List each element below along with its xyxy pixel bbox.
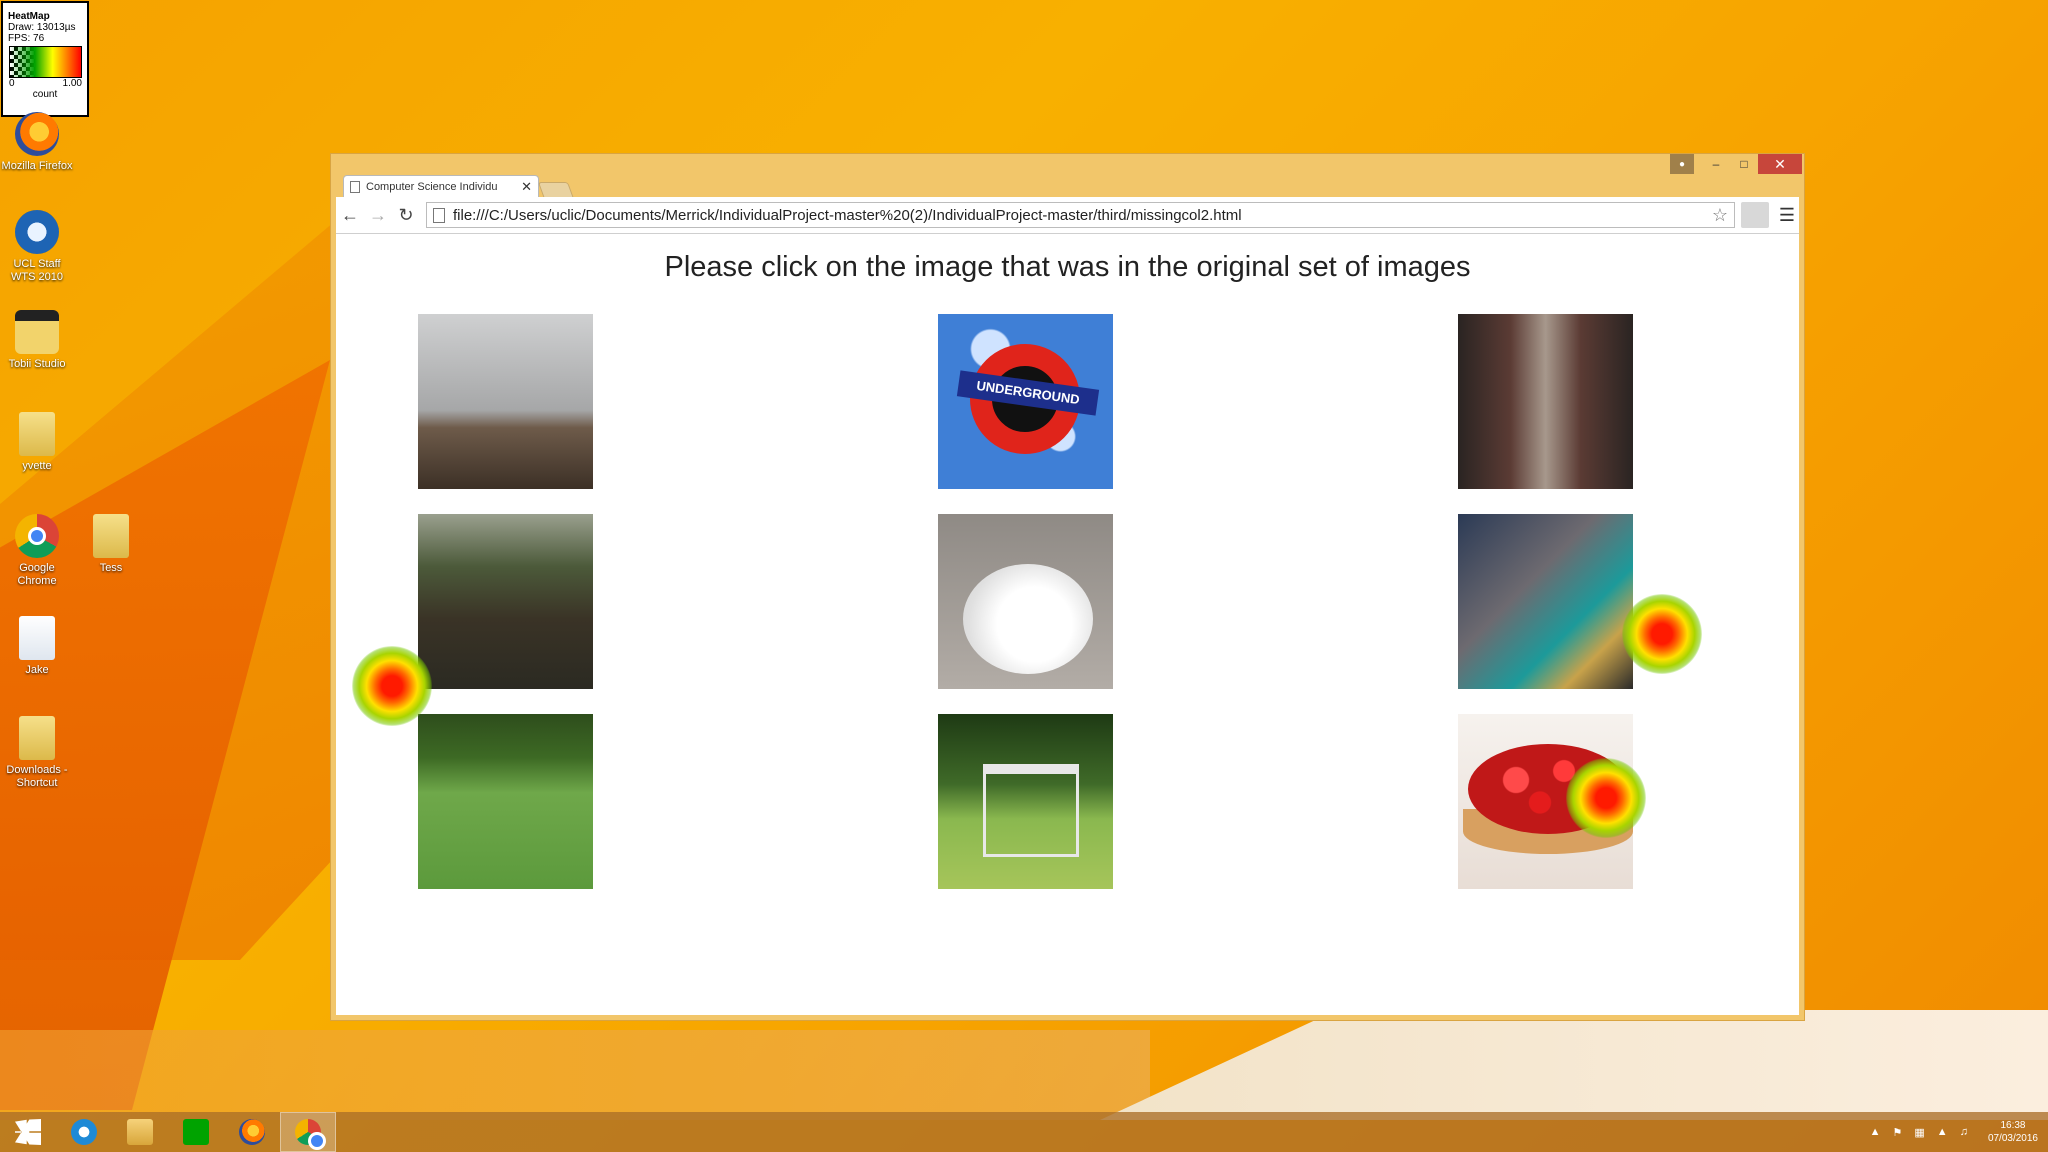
- taskbar-explorer[interactable]: [112, 1112, 168, 1152]
- heatmap-fps: FPS: 76: [8, 33, 45, 44]
- maximize-icon: □: [1740, 157, 1748, 171]
- signal-icon[interactable]: ▲: [1937, 1126, 1948, 1138]
- maximize-button[interactable]: □: [1730, 154, 1758, 174]
- heatmap-hotspot: [1566, 758, 1646, 838]
- desktop-icon-label: UCL Staff WTS 2010: [11, 258, 63, 283]
- minimize-icon: –: [1712, 157, 1720, 171]
- bookmark-star-icon[interactable]: ☆: [1712, 205, 1728, 226]
- sink-bowl: [963, 564, 1093, 674]
- back-button[interactable]: ←: [336, 205, 364, 226]
- desktop-icon-ucl-staff[interactable]: UCL Staff WTS 2010: [0, 210, 74, 284]
- address-bar[interactable]: file:///C:/Users/uclic/Documents/Merrick…: [426, 202, 1735, 228]
- folder-download-icon: [19, 716, 55, 760]
- tab-title: Computer Science Individu: [366, 180, 498, 193]
- desktop-icon-chrome[interactable]: Google Chrome: [0, 514, 74, 588]
- browser-window: ● – □ ✕ Computer Science Individu ✕ ← → …: [330, 153, 1805, 1021]
- wallpaper-shape: [0, 1030, 1150, 1120]
- firefox-icon: [15, 112, 59, 156]
- heatmap-legend: HeatMap Draw: 13013µs FPS: 76 0 1.00 cou…: [1, 1, 89, 117]
- taskbar-chrome[interactable]: [280, 1112, 336, 1152]
- forward-arrow-icon: →: [369, 204, 387, 225]
- desktop-icon-tobii[interactable]: Tobii Studio: [0, 310, 74, 371]
- taskbar-ie[interactable]: [56, 1112, 112, 1152]
- chrome-icon: [15, 514, 59, 558]
- document-icon: [19, 616, 55, 660]
- internet-explorer-icon: [71, 1119, 97, 1145]
- clock[interactable]: 16:38 07/03/2016: [1988, 1119, 2038, 1145]
- extension-button[interactable]: [1741, 202, 1769, 228]
- menu-button[interactable]: ☰: [1775, 205, 1799, 226]
- clock-date: 07/03/2016: [1987, 1133, 2038, 1144]
- heatmap-color-scale: [9, 46, 82, 78]
- image-option-hands[interactable]: [1458, 314, 1633, 489]
- page-icon: [350, 180, 360, 193]
- desktop-icon-label: Google Chrome: [17, 562, 57, 587]
- desktop-icon-jake[interactable]: Jake: [0, 616, 74, 677]
- desktop-icon-label: Jake: [25, 664, 49, 676]
- desktop-icon-tess[interactable]: Tess: [74, 514, 148, 575]
- file-explorer-icon: [127, 1119, 153, 1145]
- windows-logo-icon: [15, 1119, 41, 1145]
- page-content: Please click on the image that was in th…: [336, 234, 1799, 1015]
- store-icon: [183, 1119, 209, 1145]
- volume-icon[interactable]: ♫: [1960, 1126, 1968, 1138]
- image-option-golf[interactable]: [418, 714, 593, 889]
- minimize-button[interactable]: –: [1702, 154, 1730, 174]
- wallpaper-shape: [1100, 1010, 2048, 1120]
- heatmap-count-label: count: [32, 89, 58, 100]
- close-window-button[interactable]: ✕: [1758, 154, 1802, 174]
- desktop-icon-label: Tess: [99, 562, 123, 574]
- window-controls: ● – □ ✕: [1670, 154, 1802, 176]
- profile-button[interactable]: ●: [1670, 154, 1694, 174]
- heatmap-hotspot: [1622, 594, 1702, 674]
- image-option-underground[interactable]: UNDERGROUND: [938, 314, 1113, 489]
- desktop-icon-label: Mozilla Firefox: [1, 160, 73, 172]
- desktop-icon-label: yvette: [22, 460, 52, 472]
- heatmap-title: HeatMap: [8, 11, 50, 22]
- taskbar: ▲ ⚑ ▦ ▲ ♫ 16:38 07/03/2016: [0, 1112, 2048, 1152]
- forward-button[interactable]: →: [364, 205, 392, 226]
- device-icon[interactable]: ▦: [1914, 1126, 1924, 1139]
- desktop-icon-label: Tobii Studio: [8, 358, 66, 370]
- reload-button[interactable]: ↻: [392, 205, 420, 226]
- folder-icon: [19, 412, 55, 456]
- heatmap-hotspot: [352, 646, 432, 726]
- page-title: Please click on the image that was in th…: [664, 251, 1471, 283]
- image-option-sink[interactable]: [938, 514, 1113, 689]
- back-arrow-icon: ←: [341, 204, 359, 225]
- chrome-icon: [295, 1119, 326, 1150]
- reload-icon: ↻: [398, 204, 414, 225]
- image-option-band[interactable]: [1458, 514, 1633, 689]
- firefox-icon: [239, 1119, 265, 1145]
- start-button[interactable]: [0, 1112, 56, 1152]
- swing-seat: [983, 764, 1079, 857]
- heatmap-max: 1.00: [62, 78, 82, 89]
- desktop-icon-yvette[interactable]: yvette: [0, 412, 74, 473]
- desktop-icon-downloads[interactable]: Downloads - Shortcut: [0, 716, 74, 790]
- image-option-river[interactable]: [418, 514, 593, 689]
- heatmap-min: 0: [9, 78, 15, 89]
- remote-desktop-icon: [15, 210, 59, 254]
- close-icon: ✕: [1774, 155, 1786, 172]
- taskbar-store[interactable]: [168, 1112, 224, 1152]
- flag-icon[interactable]: ⚑: [1893, 1126, 1903, 1139]
- page-icon: [433, 207, 445, 223]
- image-option-swing[interactable]: [938, 714, 1113, 889]
- image-option-bike[interactable]: [418, 314, 593, 489]
- heatmap-draw-time: Draw: 13013µs: [8, 22, 76, 33]
- person-icon: ●: [1678, 158, 1686, 170]
- browser-tab[interactable]: Computer Science Individu ✕: [343, 175, 539, 197]
- folder-icon: [93, 514, 129, 558]
- taskbar-firefox[interactable]: [224, 1112, 280, 1152]
- chevron-up-icon[interactable]: ▲: [1870, 1126, 1881, 1138]
- desktop-icon-firefox[interactable]: Mozilla Firefox: [0, 112, 74, 173]
- clapperboard-icon: [15, 310, 59, 354]
- clock-time: 16:38: [2000, 1120, 2026, 1131]
- url-text: file:///C:/Users/uclic/Documents/Merrick…: [453, 206, 1242, 224]
- browser-toolbar: ← → ↻ file:///C:/Users/uclic/Documents/M…: [336, 197, 1799, 234]
- close-tab-icon[interactable]: ✕: [521, 179, 532, 195]
- system-tray: ▲ ⚑ ▦ ▲ ♫ 16:38 07/03/2016: [1864, 1119, 2048, 1145]
- desktop-icon-label: Downloads - Shortcut: [6, 764, 68, 789]
- hamburger-menu-icon: ☰: [1778, 204, 1796, 225]
